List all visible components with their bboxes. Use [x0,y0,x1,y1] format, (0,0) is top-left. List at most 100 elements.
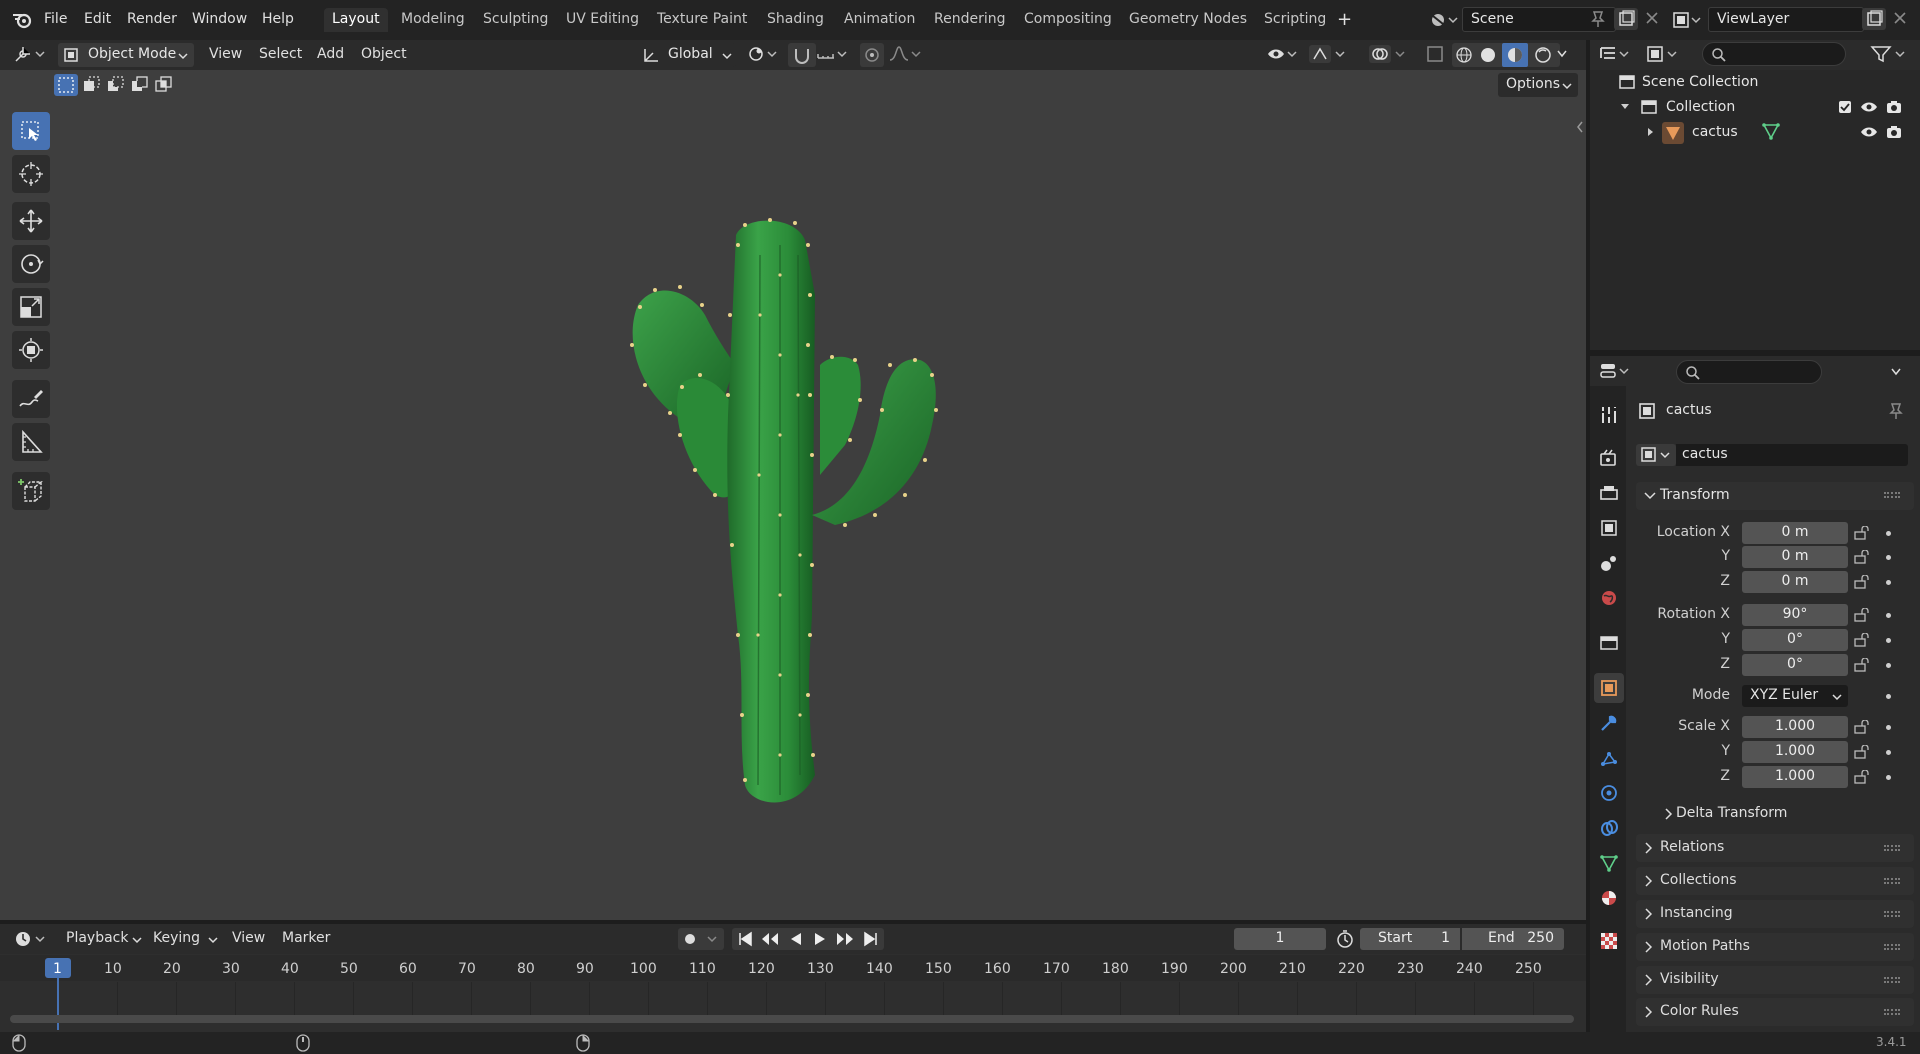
close-view-layer-icon[interactable] [1892,10,1908,26]
blender-logo-icon[interactable] [12,11,32,29]
select-subtract-icon[interactable] [104,74,128,96]
tab-scripting[interactable]: Scripting [1256,8,1334,32]
timeline-menu-view[interactable]: View [232,927,265,951]
keyframe-dot-icon[interactable] [1886,555,1891,560]
color-rules-panel[interactable]: Color Rules [1636,998,1914,1026]
drag-handle-icon[interactable] [1884,492,1900,498]
drag-handle-icon[interactable] [1884,944,1900,950]
wireframe-shading-icon[interactable] [1455,46,1473,64]
rendered-shading-icon[interactable] [1534,46,1552,64]
annotate-tool[interactable] [12,380,50,418]
keyframe-dot-icon[interactable] [1886,725,1891,730]
lock-icon[interactable] [1854,608,1870,622]
collections-panel[interactable]: Collections [1636,867,1914,895]
lock-icon[interactable] [1854,575,1870,589]
material-shading-button[interactable] [1502,43,1528,67]
tab-shading[interactable]: Shading [759,8,832,32]
tab-compositing[interactable]: Compositing [1016,8,1120,32]
expand-arrow-icon[interactable] [1646,127,1656,137]
scene-tab-icon[interactable] [1598,552,1620,574]
new-view-layer-icon[interactable] [1862,8,1886,30]
jump-keyframe-back-icon[interactable] [759,931,781,947]
stopwatch-icon[interactable] [1334,929,1356,949]
physics-tab-icon[interactable] [1598,782,1620,804]
select-difference-icon[interactable] [128,74,152,96]
keyframe-dot-icon[interactable] [1886,775,1891,780]
editor-type-icon[interactable] [14,44,48,64]
lock-icon[interactable] [1854,745,1870,759]
constraints-tab-icon[interactable] [1598,817,1620,839]
transform-orientation-dropdown[interactable]: Global [640,43,736,67]
new-scene-icon[interactable] [1614,8,1638,30]
select-extend-icon[interactable] [80,74,104,96]
rotation-y-field[interactable]: 0° [1742,629,1848,651]
keyframe-dot-icon[interactable] [1886,613,1891,618]
drag-handle-icon[interactable] [1884,1009,1900,1015]
viewport-menu-object[interactable]: Object [361,43,407,67]
scale-x-field[interactable]: 1.000 [1742,716,1848,738]
lock-icon[interactable] [1854,633,1870,647]
object-browser-button[interactable] [1636,444,1676,466]
filter-icon[interactable] [1870,44,1910,64]
scene-icon[interactable] [1430,10,1458,30]
lock-icon[interactable] [1854,720,1870,734]
keying-menu[interactable]: Keying [144,927,220,951]
rotate-tool[interactable] [12,245,50,283]
timeline-scrollbar[interactable] [10,1015,1574,1023]
pin-icon[interactable] [1590,10,1606,28]
playback-menu[interactable]: Playback [56,927,144,951]
rotation-mode-dropdown[interactable]: XYZ Euler [1742,685,1848,707]
timeline-editor-icon[interactable] [14,929,48,949]
keyframe-dot-icon[interactable] [1886,580,1891,585]
render-tab-icon[interactable] [1598,447,1620,469]
end-frame-field[interactable]: End 250 [1462,928,1564,950]
object-tab-button[interactable] [1594,673,1624,703]
close-scene-icon[interactable] [1644,10,1660,26]
mesh-data-icon[interactable] [1762,122,1780,140]
data-tab-icon[interactable] [1598,852,1620,874]
jump-start-icon[interactable] [736,931,754,947]
start-frame-field[interactable]: Start 1 [1360,928,1460,950]
collection-eye-icon[interactable] [1860,100,1878,114]
drag-handle-icon[interactable] [1884,977,1900,983]
location-z-field[interactable]: 0 m [1742,571,1848,593]
current-frame-field[interactable]: 1 [1234,928,1326,950]
collection-camera-icon[interactable] [1886,99,1902,115]
output-tab-icon[interactable] [1598,482,1620,504]
visibility-options-icon[interactable] [1266,44,1300,64]
tab-uv-editing[interactable]: UV Editing [558,8,647,32]
texture-tab-icon[interactable] [1598,930,1620,952]
instancing-panel[interactable]: Instancing [1636,900,1914,928]
select-box-tool[interactable] [12,112,50,150]
options-dropdown[interactable]: Options [1498,73,1578,97]
motion-paths-panel[interactable]: Motion Paths [1636,933,1914,961]
proportional-edit-icon[interactable] [860,43,884,67]
tab-texture-paint[interactable]: Texture Paint [649,8,755,32]
tab-layout[interactable]: Layout [324,8,388,32]
jump-end-icon[interactable] [862,931,880,947]
view-layer-tab-icon[interactable] [1598,517,1620,539]
move-tool[interactable] [12,202,50,240]
play-reverse-icon[interactable] [788,931,804,947]
play-icon[interactable] [812,931,828,947]
viewport-menu-add[interactable]: Add [317,43,344,67]
modifier-tab-icon[interactable] [1598,712,1620,734]
overlay-toggle-icon[interactable] [1368,44,1408,64]
outliner-editor-icon[interactable] [1598,44,1632,64]
object-mode-dropdown[interactable]: Object Mode [58,43,194,67]
cactus-camera-icon[interactable] [1886,124,1902,140]
scale-tool[interactable] [12,288,50,326]
object-name-field[interactable]: cactus [1676,444,1908,466]
measure-tool[interactable] [12,423,50,461]
material-tab-icon[interactable] [1598,887,1620,909]
menu-help[interactable]: Help [262,11,294,27]
cactus-outliner-label[interactable]: cactus [1692,124,1738,140]
exclude-checkbox-icon[interactable] [1838,100,1852,114]
auto-keying-button[interactable] [678,928,724,950]
select-intersect-icon[interactable] [152,74,176,96]
scene-collection-label[interactable]: Scene Collection [1642,74,1758,90]
rotation-x-field[interactable]: 90° [1742,604,1848,626]
tab-modeling[interactable]: Modeling [393,8,473,32]
add-cube-tool[interactable] [12,472,50,510]
timeline-menu-marker[interactable]: Marker [282,927,330,951]
